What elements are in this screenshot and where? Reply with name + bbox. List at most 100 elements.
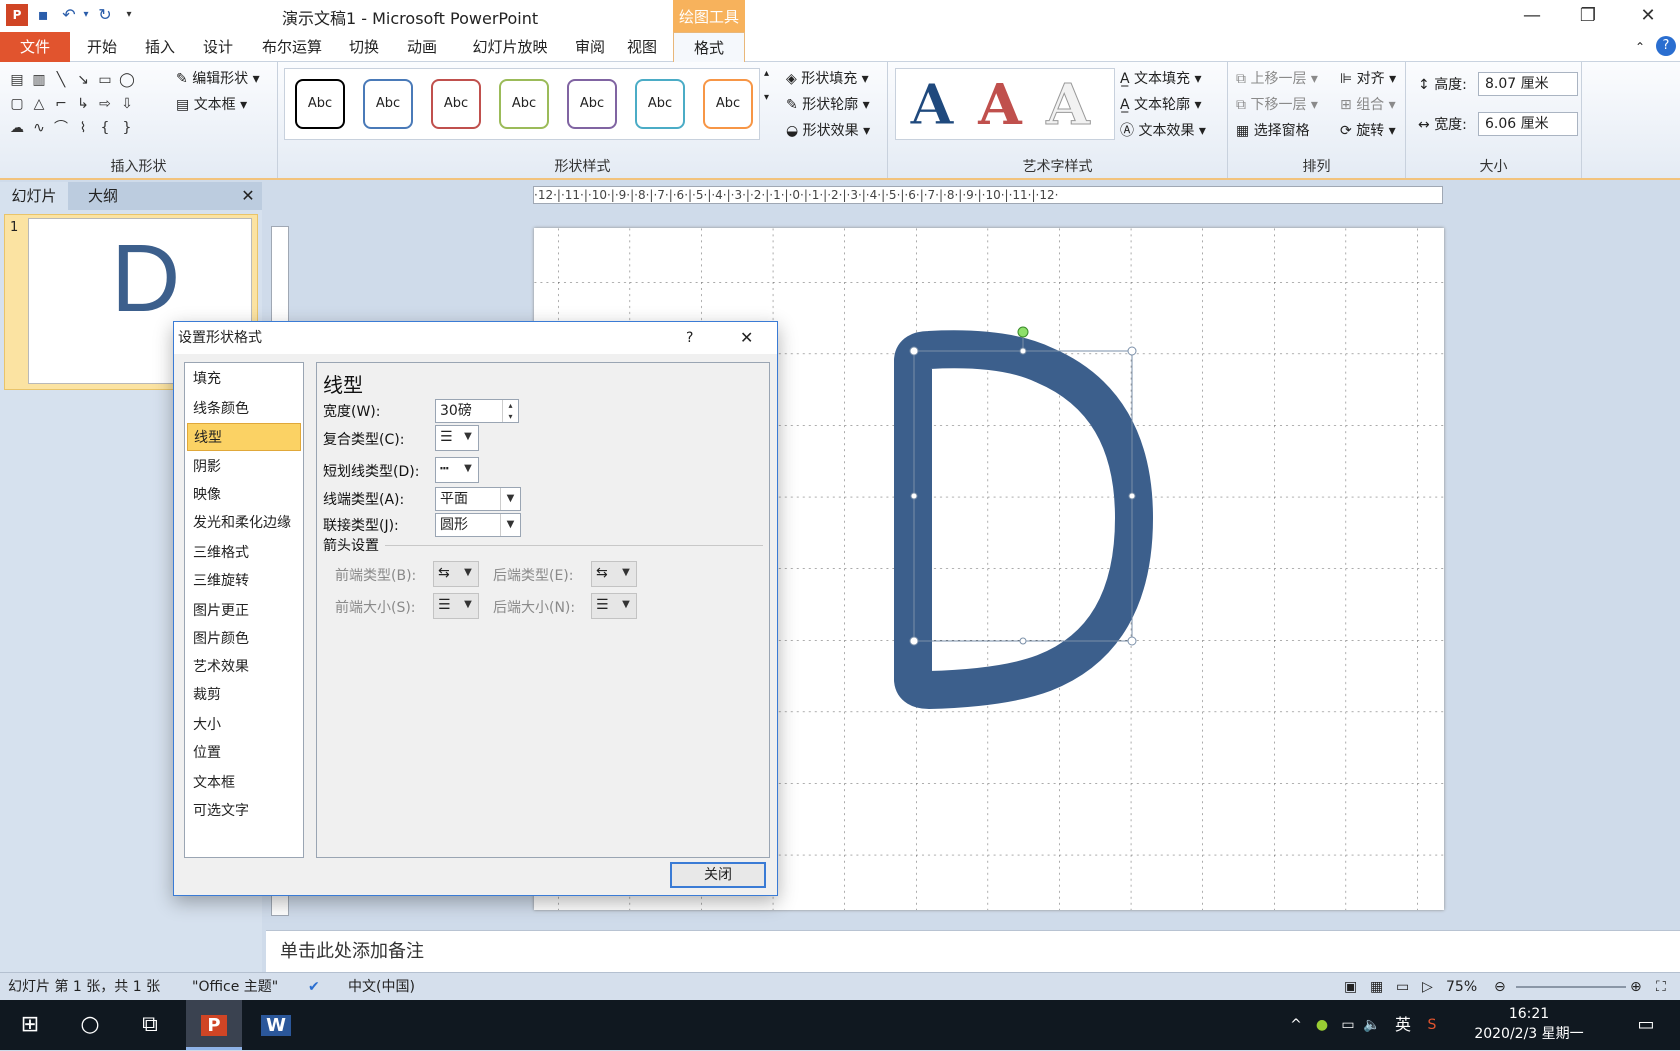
- scribble-shape-icon[interactable]: ∿: [28, 116, 50, 140]
- fit-to-window-icon[interactable]: ⛶: [1656, 973, 1666, 1001]
- tab-slides[interactable]: 幻灯片: [0, 182, 68, 210]
- nav-glow-soft-edges[interactable]: 发光和柔化边缘: [187, 509, 301, 537]
- right-arrow-shape-icon[interactable]: ⇨: [94, 92, 116, 116]
- left-brace-shape-icon[interactable]: {: [94, 116, 116, 140]
- gallery-scroll-up-icon[interactable]: ▴: [764, 68, 769, 79]
- nav-picture-color[interactable]: 图片颜色: [187, 625, 301, 653]
- shape-effects-button[interactable]: ◒ 形状效果 ▾: [786, 120, 870, 140]
- close-button[interactable]: 关闭: [670, 862, 766, 888]
- text-fill-button[interactable]: A̲ 文本填充 ▾: [1120, 68, 1202, 88]
- elbow-connector-shape-icon[interactable]: ⌐: [50, 92, 72, 116]
- help-button[interactable]: ?: [686, 322, 693, 354]
- elbow-arrow-shape-icon[interactable]: ↳: [72, 92, 94, 116]
- edit-shape-button[interactable]: ✎ 编辑形状 ▾: [176, 68, 260, 88]
- shapes-gallery[interactable]: ▤ ▥ ╲ ↘ ▭ ◯ ▢ △ ⌐ ↳ ⇨ ⇩ ☁ ∿ ⌒ ⌇{}: [6, 68, 162, 140]
- rectangle-shape-icon[interactable]: ▭: [94, 68, 116, 92]
- resize-handle[interactable]: [1127, 636, 1137, 646]
- tab-review[interactable]: 审阅: [568, 32, 612, 62]
- end-size-dropdown[interactable]: ☰ ▼: [591, 593, 637, 619]
- tab-outline[interactable]: 大纲: [70, 182, 136, 210]
- powerpoint-taskbar-icon[interactable]: P: [186, 1000, 242, 1050]
- close-window-button[interactable]: ✕: [1620, 0, 1676, 32]
- resize-handle[interactable]: [910, 492, 918, 500]
- tray-overflow-icon[interactable]: ^: [1284, 1000, 1308, 1050]
- maximize-button[interactable]: ❐: [1560, 0, 1616, 32]
- resize-handle[interactable]: [1127, 346, 1137, 356]
- tab-view[interactable]: 视图: [620, 32, 664, 62]
- ime-indicator[interactable]: 英: [1390, 1000, 1416, 1050]
- dialog-close-icon[interactable]: ✕: [740, 322, 753, 354]
- join-type-select[interactable]: 圆形 ▼: [435, 513, 521, 537]
- cortana-icon[interactable]: ○: [70, 1000, 110, 1050]
- nav-line-style[interactable]: 线型: [187, 423, 301, 451]
- rounded-rect-shape-icon[interactable]: ▢: [6, 92, 28, 116]
- style-swatch[interactable]: Abc: [499, 79, 549, 129]
- sogou-icon[interactable]: S: [1420, 1000, 1444, 1050]
- vertical-textbox-shape-icon[interactable]: ▥: [28, 68, 50, 92]
- style-swatch[interactable]: Abc: [295, 79, 345, 129]
- dash-type-dropdown[interactable]: ┅ ▼: [435, 457, 479, 483]
- gallery-scroll-down-icon[interactable]: ▾: [764, 92, 769, 103]
- selection-pane-button[interactable]: ▦ 选择窗格: [1236, 120, 1310, 140]
- rotate-button[interactable]: ⟳ 旋转 ▾: [1340, 120, 1396, 140]
- zoom-level[interactable]: 75%: [1446, 973, 1477, 1001]
- tab-format[interactable]: 格式: [673, 32, 745, 62]
- curve-shape-icon[interactable]: ⌇: [72, 116, 94, 140]
- slide-sorter-icon[interactable]: ▦: [1370, 973, 1383, 1001]
- tab-boolean[interactable]: 布尔运算: [254, 32, 330, 62]
- style-swatch[interactable]: Abc: [703, 79, 753, 129]
- wordart-swatch[interactable]: A: [970, 73, 1030, 137]
- normal-view-icon[interactable]: ▣: [1344, 973, 1357, 1001]
- begin-size-dropdown[interactable]: ☰ ▼: [433, 593, 479, 619]
- spellcheck-icon[interactable]: ✔: [308, 973, 320, 1001]
- tab-home[interactable]: 开始: [80, 32, 124, 62]
- cap-type-select[interactable]: 平面 ▼: [435, 487, 521, 511]
- resize-handle[interactable]: [1019, 347, 1027, 355]
- slideshow-view-icon[interactable]: ▷: [1422, 973, 1433, 1001]
- nav-position[interactable]: 位置: [187, 739, 301, 767]
- clock[interactable]: 16:21 2020/2/3 星期一: [1464, 1000, 1594, 1050]
- oval-shape-icon[interactable]: ◯: [116, 68, 138, 92]
- tab-animations[interactable]: 动画: [400, 32, 444, 62]
- arc-shape-icon[interactable]: ⌒: [50, 116, 72, 140]
- width-input[interactable]: 6.06 厘米: [1478, 112, 1578, 136]
- powerpoint-logo-icon[interactable]: P: [6, 4, 28, 26]
- shape-style-gallery[interactable]: Abc Abc Abc Abc Abc Abc Abc: [284, 68, 760, 140]
- wordart-swatch[interactable]: A: [902, 73, 962, 138]
- nav-text-box[interactable]: 文本框: [187, 769, 301, 797]
- undo-icon[interactable]: ↶: [58, 4, 80, 26]
- line-width-spinner[interactable]: 30磅 ▴ ▾: [435, 399, 519, 423]
- dialog-title-bar[interactable]: 设置形状格式 ? ✕: [174, 322, 777, 354]
- tab-design[interactable]: 设计: [196, 32, 240, 62]
- freeform-shape-icon[interactable]: ☁: [6, 116, 28, 140]
- arrow-line-shape-icon[interactable]: ↘: [72, 68, 94, 92]
- security-icon[interactable]: ●: [1310, 1000, 1334, 1050]
- resize-handle[interactable]: [909, 346, 919, 356]
- nav-crop[interactable]: 裁剪: [187, 681, 301, 709]
- text-effects-button[interactable]: Ⓐ 文本效果 ▾: [1120, 120, 1206, 140]
- style-swatch[interactable]: Abc: [567, 79, 617, 129]
- style-swatch[interactable]: Abc: [431, 79, 481, 129]
- wordart-gallery[interactable]: A A A: [895, 68, 1115, 140]
- language[interactable]: 中文(中国): [348, 973, 415, 1001]
- word-taskbar-icon[interactable]: W: [256, 1000, 296, 1050]
- theme-name[interactable]: "Office 主题": [192, 973, 278, 1001]
- minimize-button[interactable]: —: [1504, 0, 1560, 32]
- nav-artistic-effects[interactable]: 艺术效果: [187, 653, 301, 681]
- network-icon[interactable]: ▭: [1336, 1000, 1360, 1050]
- task-view-icon[interactable]: ⧉: [130, 1000, 170, 1050]
- volume-icon[interactable]: 🔈: [1360, 1000, 1384, 1050]
- shape-outline-button[interactable]: ✎ 形状轮廓 ▾: [786, 94, 870, 114]
- group-button[interactable]: ⊞ 组合 ▾: [1340, 94, 1396, 114]
- nav-alt-text[interactable]: 可选文字: [187, 797, 301, 825]
- customize-toolbar-icon[interactable]: ▾: [122, 4, 136, 26]
- spinner-arrows-icon[interactable]: ▴ ▾: [502, 400, 518, 422]
- compound-type-dropdown[interactable]: ☰ ▼: [435, 425, 479, 451]
- triangle-shape-icon[interactable]: △: [28, 92, 50, 116]
- align-button[interactable]: ⊫ 对齐 ▾: [1340, 68, 1396, 88]
- rotate-handle[interactable]: [1017, 326, 1029, 338]
- collapse-ribbon-icon[interactable]: ⌃: [1630, 32, 1650, 62]
- tab-insert[interactable]: 插入: [138, 32, 182, 62]
- down-arrow-shape-icon[interactable]: ⇩: [116, 92, 138, 116]
- style-swatch[interactable]: Abc: [363, 79, 413, 129]
